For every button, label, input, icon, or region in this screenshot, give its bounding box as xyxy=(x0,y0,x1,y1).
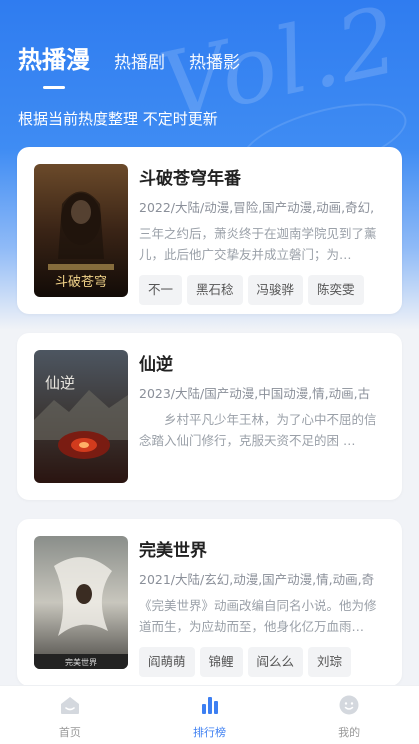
item-meta: 2021/大陆/玄幻,动漫,国产动漫,情,动画,奇 xyxy=(139,572,375,587)
item-title: 完美世界 xyxy=(139,541,207,561)
item-description: 乡村平凡少年王林，为了心中不屈的信念踏入仙门修行，克服天资不足的困 … xyxy=(139,412,377,448)
cover-image: 仙逆 xyxy=(34,350,128,483)
nav-label: 我的 xyxy=(338,726,361,739)
cast-list: 阎萌萌 锦鲤 阎么么 刘琮 xyxy=(139,647,387,677)
cast-chip[interactable]: 陈奕雯 xyxy=(308,275,364,305)
list-item[interactable]: 斗破苍穹 斗破苍穹年番 2022/大陆/动漫,冒险,国产动漫,动画,奇幻, 三年… xyxy=(17,147,402,314)
tab-label: 热播影 xyxy=(189,53,240,73)
tab-active-indicator xyxy=(43,86,65,89)
list-item[interactable]: 完美世界 完美世界 2021/大陆/玄幻,动漫,国产动漫,情,动画,奇 《完美世… xyxy=(17,519,402,686)
ranking-subtitle: 根据当前热度整理 不定时更新 xyxy=(18,110,218,128)
list-item[interactable]: 仙逆 仙逆 2023/大陆/国产动漫,中国动漫,情,动画,古 乡村平凡少年王林，… xyxy=(17,333,402,500)
nav-ranking[interactable]: 排行榜 xyxy=(140,686,280,744)
ranking-icon xyxy=(201,697,218,714)
bottom-navigation: 首页 排行榜 我的 xyxy=(0,685,419,744)
tab-hot-drama[interactable]: 热播剧 xyxy=(114,48,165,75)
cast-chip[interactable]: 锦鲤 xyxy=(199,647,243,677)
tab-hot-anime[interactable]: 热播漫 xyxy=(18,40,90,89)
tab-hot-movie[interactable]: 热播影 xyxy=(189,48,240,75)
cover-title-art: 完美世界 xyxy=(65,657,97,667)
item-meta: 2022/大陆/动漫,冒险,国产动漫,动画,奇幻, xyxy=(139,200,375,215)
cover-image: 完美世界 xyxy=(34,536,128,669)
tab-label: 热播漫 xyxy=(18,46,90,74)
nav-label: 排行榜 xyxy=(193,726,226,739)
tab-label: 热播剧 xyxy=(114,53,165,73)
nav-home[interactable]: 首页 xyxy=(0,686,140,744)
cast-chip[interactable]: 黑石稔 xyxy=(187,275,243,305)
cover-title-art: 仙逆 xyxy=(45,374,75,392)
category-tabs: 热播漫 热播剧 热播影 xyxy=(18,40,264,89)
nav-profile[interactable]: 我的 xyxy=(279,686,419,744)
item-meta: 2023/大陆/国产动漫,中国动漫,情,动画,古 xyxy=(139,386,371,401)
home-icon xyxy=(60,697,79,714)
cover-title-art: 斗破苍穹 xyxy=(55,274,107,290)
item-description: 三年之约后，萧炎终于在迦南学院见到了薰儿，此后他广交挚友并成立磐门；为… xyxy=(139,226,377,262)
cast-list: 不一 黑石稔 冯骏骅 陈奕雯 xyxy=(139,275,387,305)
item-title: 仙逆 xyxy=(139,355,173,375)
cast-chip[interactable]: 不一 xyxy=(139,275,183,305)
item-title: 斗破苍穹年番 xyxy=(139,169,241,189)
cast-chip[interactable]: 阎萌萌 xyxy=(139,647,195,677)
profile-icon xyxy=(339,695,359,715)
cast-chip[interactable]: 刘琮 xyxy=(308,647,352,677)
item-description: 《完美世界》动画改编自同名小说。他为修道而生，为应劫而至，他身化亿万血雨… xyxy=(139,598,377,634)
cast-chip[interactable]: 阎么么 xyxy=(247,647,304,677)
cast-chip[interactable]: 冯骏骅 xyxy=(247,275,304,305)
cover-image: 斗破苍穹 xyxy=(34,164,128,297)
nav-label: 首页 xyxy=(58,726,81,739)
